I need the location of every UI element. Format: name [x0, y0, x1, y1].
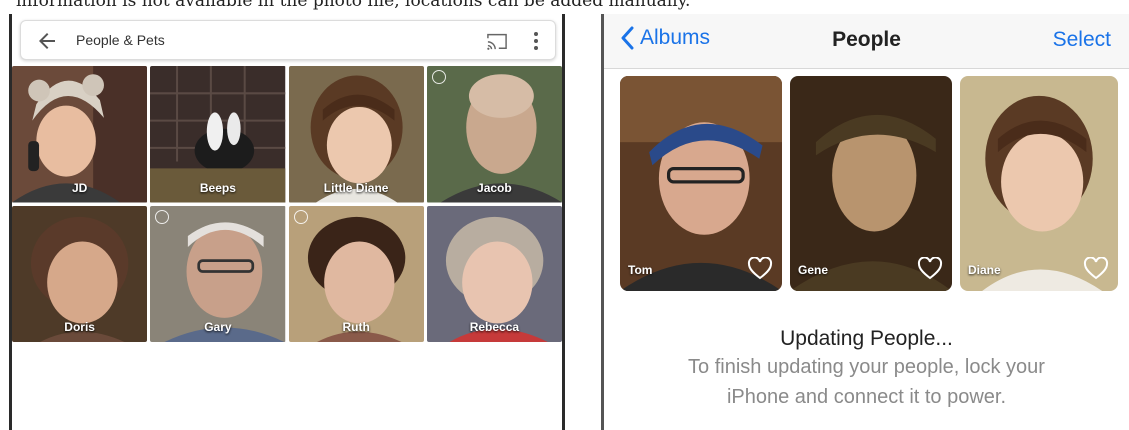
person-name: Tom: [628, 263, 653, 277]
status-message-line: To finish updating your people, lock you…: [688, 356, 1045, 378]
person-name: Jacob: [477, 180, 512, 195]
person-tile-rebecca[interactable]: Rebecca: [426, 205, 562, 342]
person-name: Little Diane: [323, 180, 389, 195]
person-name: Gary: [204, 320, 232, 334]
navigation-bar: Albums People Select: [604, 14, 1129, 69]
person-name: Gene: [798, 263, 829, 277]
person-tile-jacob[interactable]: Jacob: [426, 66, 562, 203]
person-name: Ruth: [342, 320, 370, 334]
people-pets-header: People & Pets: [20, 20, 556, 60]
person-name: Rebecca: [469, 320, 520, 334]
person-card-tom[interactable]: Tom: [620, 76, 782, 291]
person-tile-little-diane[interactable]: Little Diane: [288, 66, 424, 203]
arrow-back-icon[interactable]: [35, 29, 59, 53]
google-photos-panel: People & Pets JD Beeps Little Diane Jaco…: [9, 14, 565, 430]
status-message-line: iPhone and connect it to power.: [726, 386, 1007, 408]
status-title: Updating People...: [780, 327, 953, 350]
person-name: Diane: [968, 263, 1001, 277]
ios-photos-panel: Albums People Select Tom Gene Diane Upda…: [601, 14, 1129, 430]
heart-icon[interactable]: [917, 257, 943, 281]
select-circle[interactable]: [293, 209, 308, 224]
person-tile-jd[interactable]: JD: [12, 66, 148, 203]
people-grid: JD Beeps Little Diane Jacob Doris Gary R…: [12, 66, 562, 342]
page-title: People & Pets: [76, 32, 165, 48]
select-button[interactable]: Select: [1053, 28, 1111, 52]
person-tile-beeps[interactable]: Beeps: [150, 66, 286, 203]
article-caption: information is not available in the phot…: [16, 0, 691, 11]
heart-icon[interactable]: [1083, 257, 1109, 281]
person-tile-ruth[interactable]: Ruth: [288, 205, 424, 342]
select-circle[interactable]: [155, 209, 170, 224]
person-card-diane[interactable]: Diane: [960, 76, 1118, 291]
page-title: People: [832, 28, 901, 51]
person-tile-doris[interactable]: Doris: [12, 205, 148, 342]
person-card-gene[interactable]: Gene: [790, 76, 952, 291]
person-name: Beeps: [199, 180, 236, 195]
heart-icon[interactable]: [747, 257, 773, 281]
person-name: Doris: [64, 320, 95, 334]
cast-icon[interactable]: [486, 31, 508, 51]
more-vert-icon[interactable]: [531, 30, 541, 52]
person-tile-gary[interactable]: Gary: [150, 205, 286, 342]
select-circle[interactable]: [431, 70, 446, 84]
person-name: JD: [71, 180, 88, 195]
